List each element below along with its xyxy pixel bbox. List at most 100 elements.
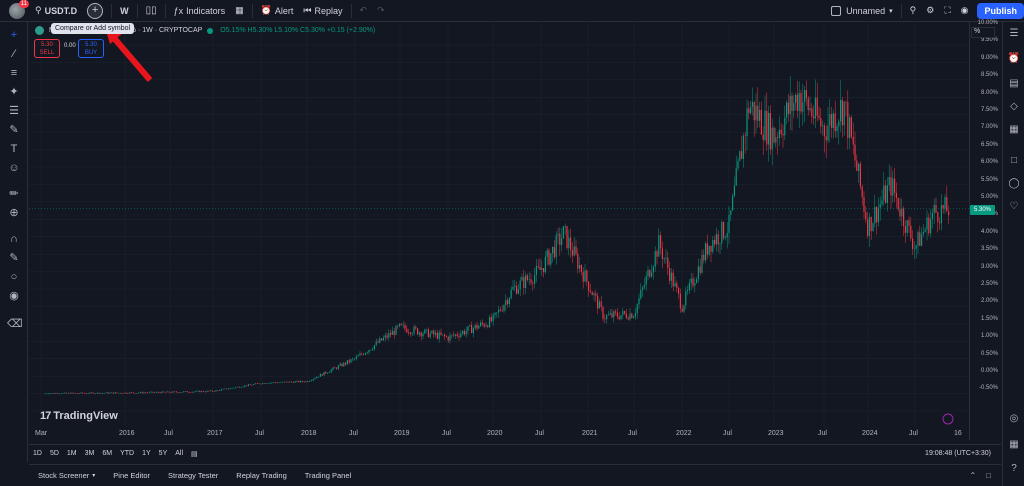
range-button-all[interactable]: All [171,450,187,457]
time-axis-label: 2021 [582,430,598,437]
bottom-tab-replay-trading[interactable]: Replay Trading [227,471,295,480]
price-chart[interactable] [29,22,969,440]
crosshair-icon[interactable]: + [7,28,21,42]
sell-button[interactable]: 5.30 SELL [34,39,60,58]
candle-body [881,200,883,205]
brush-icon[interactable]: ✎ [7,123,21,137]
prediction-icon[interactable]: ☰ [7,104,21,118]
candle-body [406,328,408,333]
text-icon[interactable]: T [7,142,21,156]
candle-body [231,387,233,389]
candle-body [165,392,167,393]
candle-body [267,383,269,385]
candle-body [580,264,582,272]
undo-button[interactable]: ↶ [355,0,373,22]
redo-button[interactable]: ↷ [372,0,390,22]
price-axis[interactable]: 10.00% 9.50% 9.00% 8.50% 8.00% 7.50% 7.00% 6.50… [969,20,1001,440]
ruler-icon[interactable]: ✏ [7,187,21,201]
emoji-icon[interactable]: ☺ [7,161,21,175]
ideas-icon[interactable]: ◯ [1007,177,1021,191]
candle-body [667,257,669,269]
candle-body [71,392,73,394]
quick-search-button[interactable]: ⚲ [905,0,922,22]
watchlist-icon[interactable]: ☰ [1007,27,1021,41]
chat-icon[interactable]: □ [1007,154,1021,168]
bottom-tab-strategy-tester[interactable]: Strategy Tester [159,471,227,480]
candle-body [764,110,766,140]
candle-body [867,219,869,236]
calendar-icon[interactable]: ▦ [1007,438,1021,452]
candle-body [80,392,82,394]
indicators-button[interactable]: ƒx Indicators [169,0,231,22]
candle-body [944,197,946,209]
news-icon[interactable]: ▤ [1007,77,1021,91]
maximize-icon[interactable]: □ [986,471,991,480]
candle-body [807,98,809,110]
range-button-5d[interactable]: 5D [46,450,63,457]
stay-drawing-icon[interactable]: ✎ [7,251,21,265]
avatar-button[interactable]: 11 [0,0,30,22]
candle-body [283,381,285,383]
eye-icon[interactable]: ◉ [7,289,21,303]
scale-button[interactable]: % [971,27,995,38]
candle-body [379,338,381,343]
trash-icon[interactable]: ⌫ [7,317,23,331]
notifications-icon[interactable]: ♡ [1007,200,1021,214]
layers-icon[interactable]: ◇ [1007,100,1021,114]
hotlist-icon[interactable]: ▦ [1007,123,1021,137]
target-icon[interactable]: ◎ [1007,412,1021,426]
range-button-5y[interactable]: 5Y [155,450,172,457]
trend-line-icon[interactable]: ∕ [7,47,21,61]
magnet-icon[interactable]: ∩ [7,232,21,246]
divider [164,3,166,18]
snapshot-button[interactable]: ◉ [956,0,974,22]
candle-body [150,391,152,393]
range-button-1m[interactable]: 1M [63,450,81,457]
chevron-up-icon[interactable]: ⌃ [969,471,976,480]
candle-body [258,383,260,385]
alert-button[interactable]: ⏰ Alert [256,0,299,22]
symbol-search-button[interactable]: ⚲ USDT.D [30,0,82,22]
avatar[interactable]: 11 [9,0,29,19]
chart-type-button[interactable]: ▯▯ [141,0,162,22]
range-button-1d[interactable]: 1D [29,450,46,457]
candle-body [60,393,62,395]
candle-body [159,392,161,394]
alerts-icon[interactable]: ⏰ [1007,52,1021,66]
time-axis-label: Jul [723,430,732,437]
grid-icon: ▦ [235,5,244,15]
lock-icon[interactable]: ○ [7,270,21,284]
candle-body [759,109,761,121]
candle-body [525,275,527,288]
time-axis[interactable]: Mar 2016 Jul 2017 Jul 2018 Jul 2019 Jul 2020 Jul 20… [29,428,969,440]
settings-button[interactable]: ⚙ [921,0,939,22]
range-button-6m[interactable]: 6M [98,450,116,457]
layout-button[interactable]: Unnamed ▾ [826,0,898,22]
fib-retracement-icon[interactable]: ≡ [7,66,21,80]
interval-button[interactable]: W [115,0,134,22]
templates-button[interactable]: ▦ [230,0,249,22]
range-button-3m[interactable]: 3M [81,450,99,457]
zoom-in-icon[interactable]: ⊕ [7,206,21,220]
candle-body [876,206,878,223]
replay-button[interactable]: ⏮ Replay [298,0,347,22]
publish-button[interactable]: Publish [977,2,1024,19]
pattern-icon[interactable]: ✦ [7,85,21,99]
candle-body [429,333,431,338]
candle-body [534,274,536,284]
help-icon[interactable]: ? [1007,462,1021,476]
bottom-tab-pine-editor[interactable]: Pine Editor [104,471,159,480]
candle-body [496,312,498,314]
bottom-tab-stock-screener[interactable]: Stock Screener ▾ [29,471,104,480]
bottom-tab-trading-panel[interactable]: Trading Panel [296,471,360,480]
clock[interactable]: 19:08:48 (UTC+3:30) [925,450,991,457]
candle-body [822,125,824,127]
goto-date-icon[interactable]: ▤ [187,450,202,458]
candle-body [618,316,620,320]
candle-body [444,334,446,337]
range-button-ytd[interactable]: YTD [116,450,138,457]
compare-add-symbol-button[interactable]: + [82,0,108,22]
range-button-1y[interactable]: 1Y [138,450,155,457]
fullscreen-button[interactable]: ⛶ [939,0,955,22]
candle-body [402,324,404,326]
